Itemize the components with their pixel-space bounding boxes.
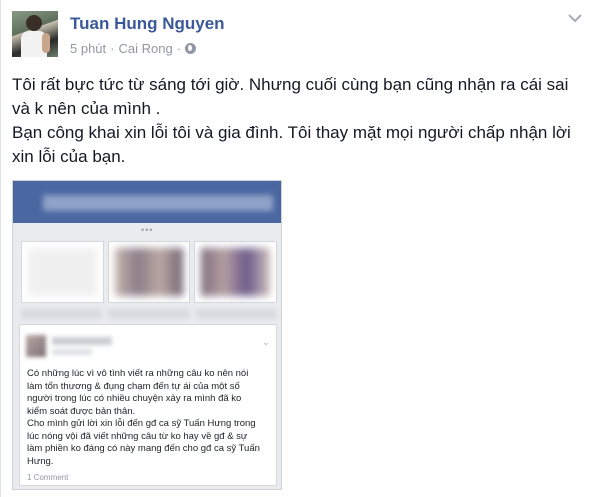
blurred-caption	[108, 309, 190, 319]
blurred-photo	[194, 241, 278, 303]
post-line: và k nên của mình .	[12, 99, 161, 118]
blurred-title-bar	[43, 195, 273, 211]
blurred-caption	[21, 309, 103, 319]
attached-screenshot[interactable]: ••• ⌄ Có những lúc vì vô tình viết ra nh…	[12, 180, 282, 490]
avatar[interactable]	[12, 11, 58, 57]
feed-post: Tuan Hung Nguyen 5 phút · Cai Rong · Tôi…	[0, 0, 600, 497]
meta-separator-2: ·	[176, 41, 182, 56]
post-line: Bạn công khai xin lỗi tôi và gia đình. T…	[12, 123, 571, 142]
globe-icon[interactable]	[185, 43, 197, 54]
avatar-arm	[42, 33, 50, 53]
blurred-author-name	[52, 337, 112, 345]
post-line: Tôi rất bực tức từ sáng tới giờ. Nhưng c…	[12, 75, 569, 94]
blurred-caption	[195, 309, 277, 319]
blurred-photo-row	[21, 241, 278, 303]
blurred-photo	[21, 241, 104, 303]
avatar-head	[26, 15, 42, 31]
blurred-avatar	[26, 335, 46, 357]
post-message: Tôi rất bực tức từ sáng tới giờ. Nhưng c…	[12, 73, 592, 169]
meta-separator: ·	[110, 41, 115, 56]
screenshot-header	[13, 181, 281, 223]
comment-count: 1 Comment	[27, 473, 69, 482]
chevron-down-icon: ⌄	[262, 337, 270, 347]
author-name[interactable]: Tuan Hung Nguyen	[70, 14, 225, 34]
post-meta: 5 phút · Cai Rong ·	[70, 41, 197, 56]
blurred-photo	[107, 241, 191, 303]
post-location[interactable]: Cai Rong	[119, 41, 173, 56]
blurred-post-meta	[52, 349, 92, 355]
apology-text: Có những lúc vì vô tình viết ra những câ…	[27, 368, 260, 467]
post-line: xin lỗi của bạn.	[12, 147, 126, 166]
apology-post-card: ⌄ Có những lúc vì vô tình viết ra những …	[19, 324, 277, 486]
blurred-caption-row	[21, 309, 277, 319]
post-time[interactable]: 5 phút	[70, 41, 106, 56]
chevron-down-icon[interactable]	[567, 12, 583, 24]
more-dots-icon: •••	[141, 225, 154, 235]
